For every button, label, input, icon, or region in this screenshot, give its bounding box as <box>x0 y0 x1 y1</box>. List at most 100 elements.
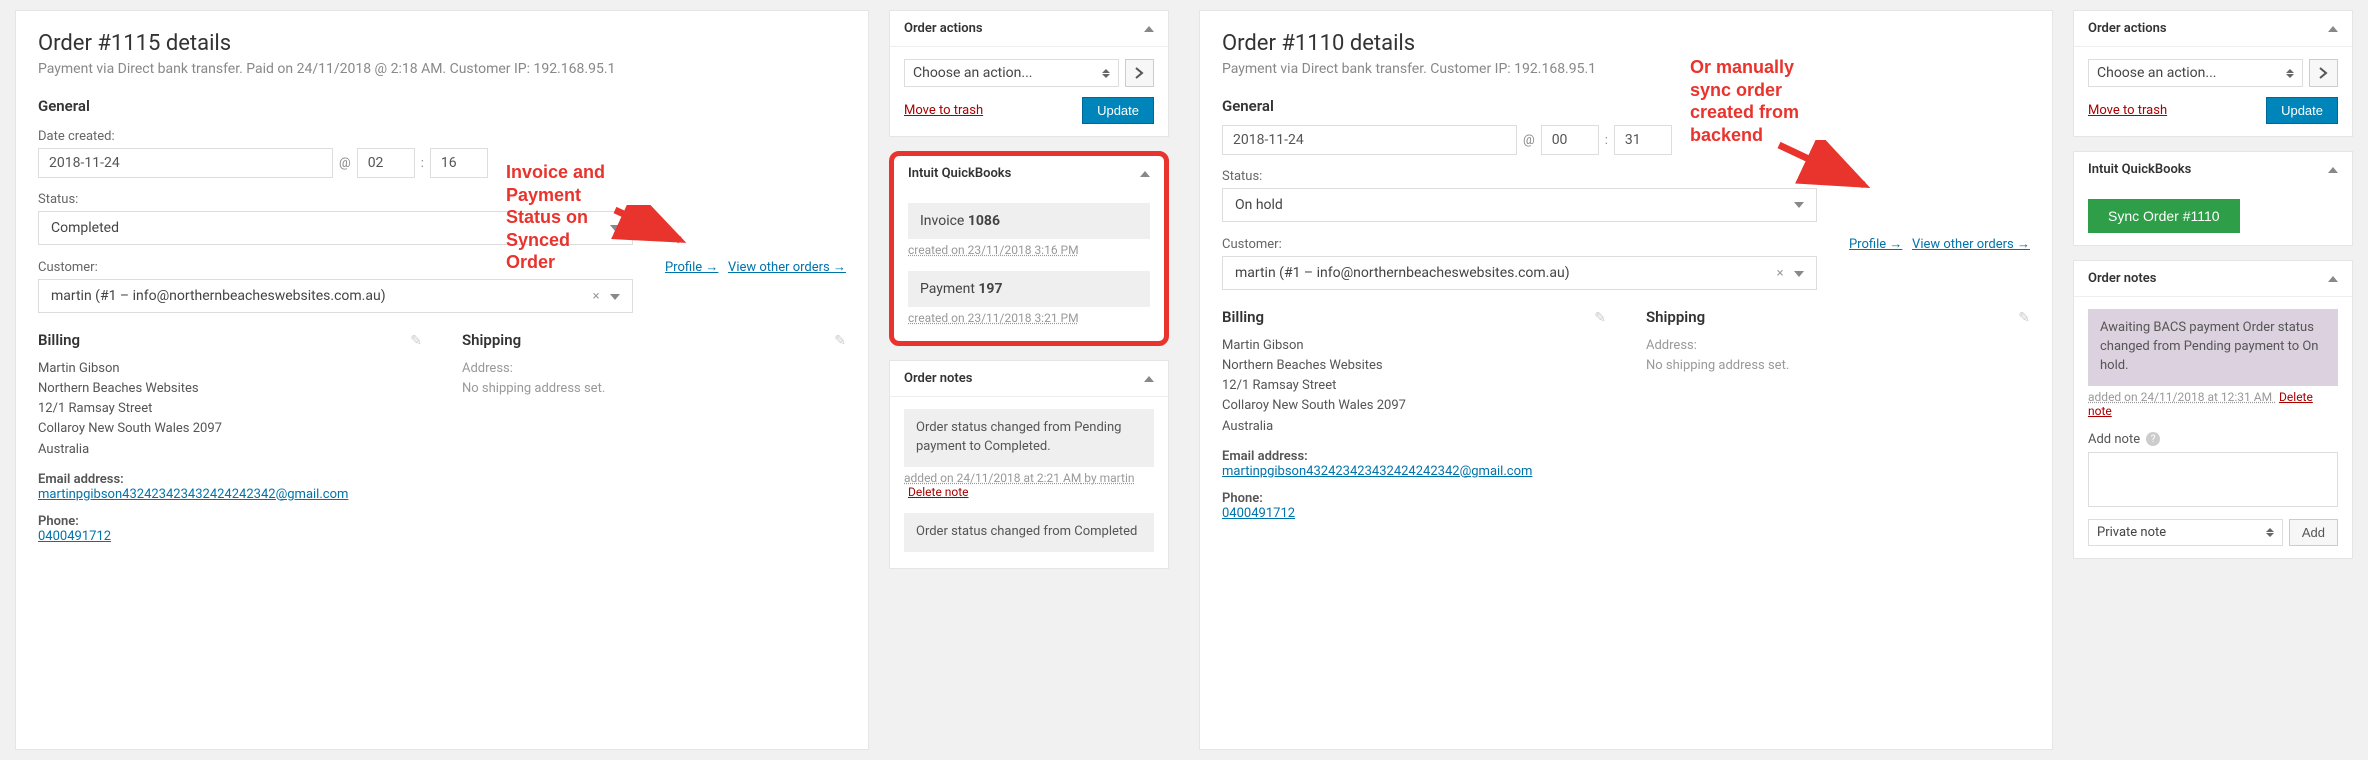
chevron-up-icon[interactable] <box>2328 26 2338 32</box>
view-orders-link[interactable]: View other orders → <box>1912 237 2030 252</box>
billing-phone[interactable]: 0400491712 <box>1222 506 1295 521</box>
order-note-meta: added on 24/11/2018 at 2:21 AM by martin… <box>904 471 1154 499</box>
order-notes-title: Order notes <box>2088 271 2156 286</box>
sort-icon <box>2266 528 2274 537</box>
billing-email[interactable]: martinpgibson432423423432424242342@gmail… <box>38 487 348 502</box>
status-value: Completed <box>51 220 119 236</box>
clear-icon[interactable]: × <box>1777 266 1784 281</box>
action-select[interactable]: Choose an action... <box>904 59 1119 87</box>
order-notes-panel: Order notes Order status changed from Pe… <box>889 360 1169 569</box>
order-title: Order #1110 details <box>1222 31 2030 56</box>
order-note: Order status changed from Pending paymen… <box>904 409 1154 467</box>
apply-action-button[interactable] <box>1125 59 1154 87</box>
billing-phone[interactable]: 0400491712 <box>38 529 111 544</box>
order-notes-title: Order notes <box>904 371 972 386</box>
shipping-none: No shipping address set. <box>462 379 846 399</box>
chevron-up-icon[interactable] <box>1140 171 1150 177</box>
qb-invoice-meta: created on 23/11/2018 3:16 PM <box>908 243 1150 257</box>
help-icon[interactable]: ? <box>2146 432 2160 446</box>
shipping-heading: Shipping <box>1646 308 2030 326</box>
add-note-label: Add note <box>2088 432 2140 447</box>
sync-order-button[interactable]: Sync Order #1110 <box>2088 199 2240 233</box>
chevron-down-icon <box>1794 271 1804 277</box>
customer-value: martin (#1 – info@northernbeacheswebsite… <box>1235 265 1570 281</box>
update-button[interactable]: Update <box>1082 97 1154 124</box>
order-notes-panel: Order notes Awaiting BACS payment Order … <box>2073 260 2353 559</box>
billing-heading: Billing <box>38 331 422 349</box>
date-created-input[interactable] <box>38 148 333 178</box>
chevron-up-icon[interactable] <box>1144 376 1154 382</box>
sort-icon <box>2286 69 2294 78</box>
move-to-trash-link[interactable]: Move to trash <box>2088 103 2167 118</box>
view-orders-link[interactable]: View other orders → <box>728 260 846 275</box>
status-select[interactable]: On hold <box>1222 188 1817 222</box>
add-note-button[interactable]: Add <box>2289 519 2338 546</box>
action-value: Choose an action... <box>913 65 1032 81</box>
quickbooks-title: Intuit QuickBooks <box>2088 162 2191 177</box>
hour-input[interactable] <box>1541 125 1599 155</box>
general-heading: General <box>38 97 846 115</box>
action-value: Choose an action... <box>2097 65 2216 81</box>
delete-note-link[interactable]: Delete note <box>908 485 969 499</box>
chevron-up-icon[interactable] <box>1144 26 1154 32</box>
pencil-icon[interactable]: ✎ <box>1594 310 1606 326</box>
pencil-icon[interactable]: ✎ <box>834 333 846 349</box>
order-actions-title: Order actions <box>2088 21 2167 36</box>
phone-label: Phone: <box>1222 491 1606 506</box>
minute-input[interactable] <box>430 148 488 178</box>
minute-input[interactable] <box>1614 125 1672 155</box>
date-label: Date created: <box>38 129 846 144</box>
pencil-icon[interactable]: ✎ <box>2018 310 2030 326</box>
order-note-meta: added on 24/11/2018 at 12:31 AM Delete n… <box>2088 390 2338 418</box>
email-label: Email address: <box>1222 449 1606 464</box>
shipping-address-label: Address: <box>1646 336 2030 356</box>
update-button[interactable]: Update <box>2266 97 2338 124</box>
phone-label: Phone: <box>38 514 422 529</box>
quickbooks-title: Intuit QuickBooks <box>908 166 1011 181</box>
at-symbol: @ <box>1523 133 1535 148</box>
hour-input[interactable] <box>357 148 415 178</box>
email-label: Email address: <box>38 472 422 487</box>
profile-link[interactable]: Profile → <box>1849 237 1902 252</box>
add-note-textarea[interactable] <box>2088 452 2338 507</box>
status-select[interactable]: Completed <box>38 211 633 245</box>
profile-link[interactable]: Profile → <box>665 260 718 275</box>
order-actions-title: Order actions <box>904 21 983 36</box>
quickbooks-panel: Intuit QuickBooks Invoice 1086 created o… <box>889 151 1169 346</box>
clear-icon[interactable]: × <box>593 289 600 304</box>
order-actions-panel: Order actions Choose an action... Move t… <box>2073 10 2353 137</box>
chevron-down-icon <box>610 294 620 300</box>
date-created-input[interactable] <box>1222 125 1517 155</box>
pencil-icon[interactable]: ✎ <box>410 333 422 349</box>
chevron-down-icon <box>1794 202 1804 208</box>
order-note: Order status changed from Completed <box>904 513 1154 552</box>
customer-label: Customer: <box>38 260 98 275</box>
billing-heading: Billing <box>1222 308 1606 326</box>
note-type-select[interactable]: Private note <box>2088 519 2283 546</box>
chevron-up-icon[interactable] <box>2328 276 2338 282</box>
shipping-heading: Shipping <box>462 331 846 349</box>
move-to-trash-link[interactable]: Move to trash <box>904 103 983 118</box>
apply-action-button[interactable] <box>2309 59 2338 87</box>
action-select[interactable]: Choose an action... <box>2088 59 2303 87</box>
sort-icon <box>1102 69 1110 78</box>
time-colon: : <box>1605 133 1608 148</box>
order-actions-panel: Order actions Choose an action... Move t… <box>889 10 1169 137</box>
order-title: Order #1115 details <box>38 31 846 56</box>
qb-invoice-row: Invoice 1086 <box>908 203 1150 239</box>
customer-value: martin (#1 – info@northernbeacheswebsite… <box>51 288 386 304</box>
billing-email[interactable]: martinpgibson432423423432424242342@gmail… <box>1222 464 1532 479</box>
shipping-none: No shipping address set. <box>1646 356 2030 376</box>
billing-address: Martin Gibson Northern Beaches Websites … <box>38 359 422 460</box>
general-heading: General <box>1222 97 2030 115</box>
order-subtitle: Payment via Direct bank transfer. Paid o… <box>38 61 846 77</box>
order-note: Awaiting BACS payment Order status chang… <box>2088 309 2338 386</box>
chevron-up-icon[interactable] <box>2328 167 2338 173</box>
customer-select[interactable]: martin (#1 – info@northernbeacheswebsite… <box>1222 256 1817 290</box>
status-label: Status: <box>1222 169 2030 184</box>
status-label: Status: <box>38 192 846 207</box>
at-symbol: @ <box>339 156 351 171</box>
customer-select[interactable]: martin (#1 – info@northernbeacheswebsite… <box>38 279 633 313</box>
shipping-address-label: Address: <box>462 359 846 379</box>
note-type-value: Private note <box>2097 525 2166 540</box>
